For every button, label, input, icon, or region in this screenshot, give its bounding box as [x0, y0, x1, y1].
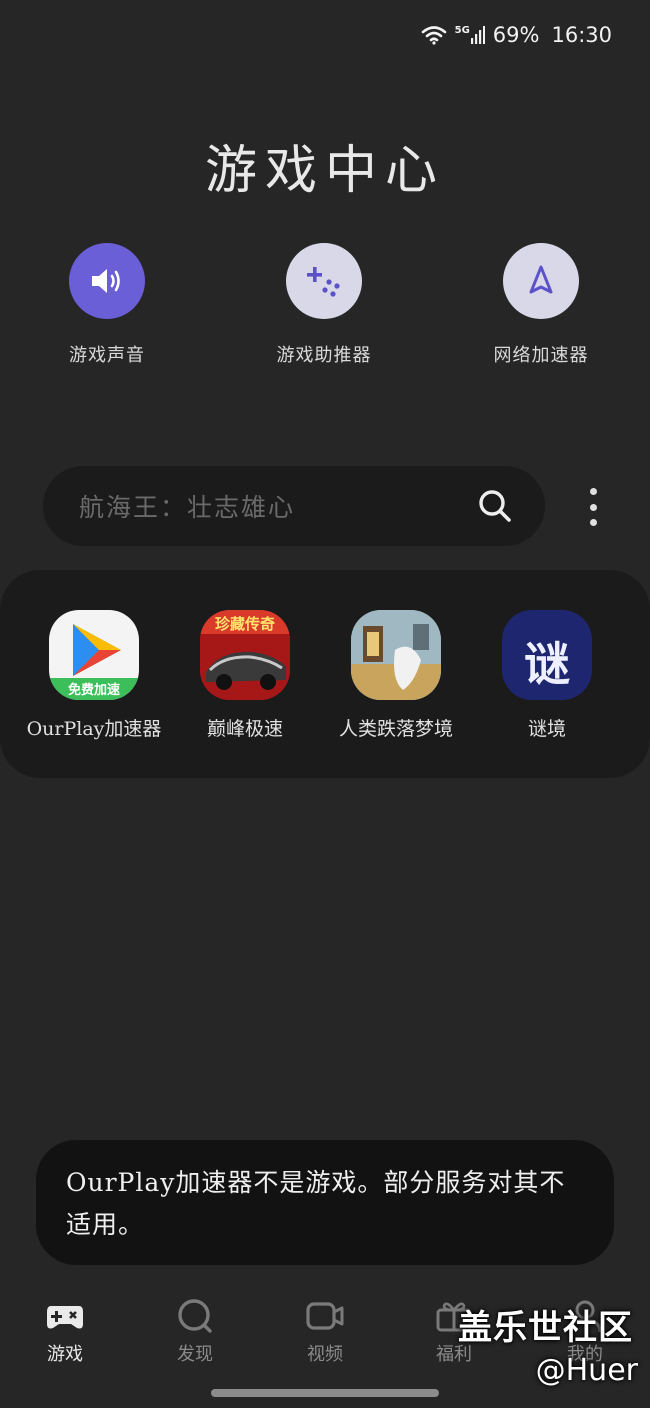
game-booster-button[interactable]: 游戏助推器	[249, 243, 399, 367]
mijing-app-icon: 谜	[502, 610, 592, 700]
wifi-icon	[421, 26, 446, 45]
toast-message: OurPlay加速器不是游戏。部分服务对其不适用。	[36, 1140, 614, 1265]
search-icon[interactable]	[477, 488, 513, 524]
recent-games-panel: 免费加速 OurPlay加速器 珍藏传奇 巅峰极速 人类跌落梦境 谜 谜境	[0, 570, 650, 778]
game-item-human-fall-flat[interactable]: 人类跌落梦境	[316, 610, 476, 741]
more-options-icon[interactable]	[586, 488, 600, 526]
game-item-racing[interactable]: 珍藏传奇 巅峰极速	[165, 610, 325, 741]
tab-video-label: 视频	[307, 1344, 343, 1365]
tab-discover-label: 发现	[177, 1344, 213, 1365]
speaker-icon	[69, 243, 145, 319]
video-icon	[306, 1302, 344, 1330]
community-watermark: 盖乐世社区 @Huer	[458, 1300, 638, 1388]
game-booster-label: 游戏助推器	[276, 345, 372, 366]
tab-video[interactable]: 视频	[275, 1298, 375, 1366]
game-center-screen: 5G 69% 16:30 游戏中心 游戏声音 游戏助推器 网络加速器 航海王：壮…	[0, 0, 650, 1408]
ourplay-app-icon: 免费加速	[49, 610, 139, 700]
network-accelerator-button[interactable]: 网络加速器	[466, 243, 616, 367]
ourplay-badge: 免费加速	[67, 683, 120, 698]
mijing-badge: 谜	[524, 637, 570, 691]
network-type: 5G	[454, 25, 470, 36]
watermark-sub: @Huer	[535, 1353, 638, 1388]
game-label-racing: 巅峰极速	[206, 718, 283, 740]
tab-games-label: 游戏	[47, 1344, 83, 1365]
discover-icon	[178, 1299, 212, 1333]
signal-icon	[470, 26, 485, 44]
human-fall-flat-icon	[351, 610, 441, 700]
game-label-mijing: 谜境	[527, 718, 566, 740]
network-accelerator-label: 网络加速器	[493, 345, 589, 366]
tab-discover[interactable]: 发现	[145, 1298, 245, 1366]
racing-game-icon: 珍藏传奇	[200, 610, 290, 700]
page-title: 游戏中心	[204, 141, 445, 201]
cellular-indicator: 5G	[455, 26, 485, 44]
game-sound-button[interactable]: 游戏声音	[32, 243, 182, 367]
clock: 16:30	[551, 23, 612, 47]
racing-badge: 珍藏传奇	[214, 615, 275, 633]
status-bar: 5G 69% 16:30	[421, 20, 612, 50]
tab-games[interactable]: 游戏	[15, 1298, 115, 1366]
game-label-human-fall-flat: 人类跌落梦境	[338, 718, 453, 740]
search-placeholder: 航海王：壮志雄心	[79, 493, 296, 522]
gamepad-dots-icon	[286, 243, 362, 319]
rocket-icon	[503, 243, 579, 319]
game-item-ourplay[interactable]: 免费加速 OurPlay加速器	[14, 610, 174, 741]
gamepad-icon	[47, 1306, 83, 1329]
game-sound-label: 游戏声音	[69, 345, 145, 366]
game-item-mijing[interactable]: 谜 谜境	[467, 610, 627, 741]
watermark-main: 盖乐世社区	[458, 1308, 633, 1348]
game-label-ourplay: OurPlay加速器	[26, 718, 162, 740]
battery-percent: 69%	[492, 23, 540, 47]
search-bar[interactable]: 航海王：壮志雄心	[43, 466, 545, 546]
home-indicator[interactable]	[211, 1389, 439, 1397]
